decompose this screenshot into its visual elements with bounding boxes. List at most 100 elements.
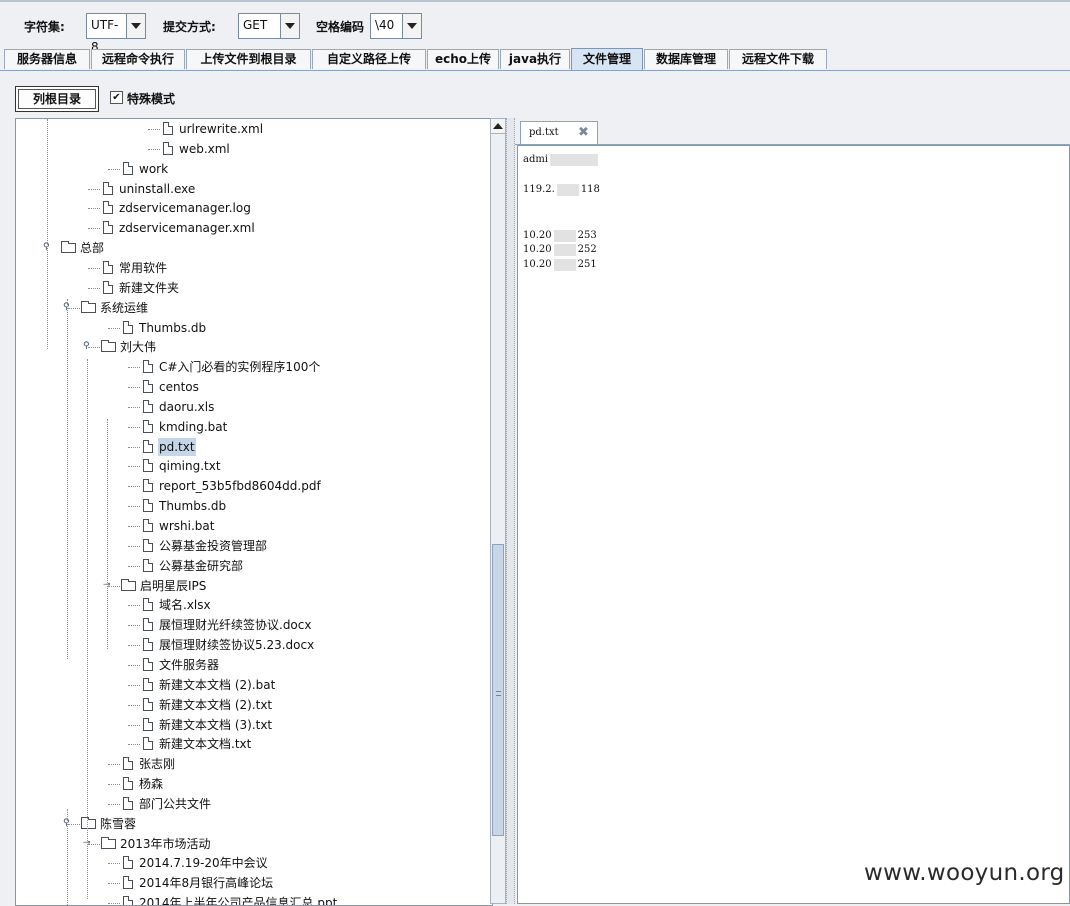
space-encoding-select[interactable]: \40 xyxy=(370,13,422,39)
file-icon xyxy=(143,618,153,632)
method-select[interactable]: GET xyxy=(238,13,300,39)
file-icon xyxy=(123,320,133,334)
tree-node-label: urlrewrite.xml xyxy=(179,122,264,136)
tab-echo-upload[interactable]: echo上传 xyxy=(427,49,499,69)
editor-text: 10.20 xyxy=(523,259,552,270)
file-icon xyxy=(123,896,133,905)
file-icon xyxy=(123,757,133,771)
file-icon xyxy=(143,737,153,751)
split-pane-divider[interactable] xyxy=(506,118,515,904)
scroll-up-icon[interactable] xyxy=(491,119,505,134)
special-mode-checkbox[interactable]: ✔ xyxy=(110,91,123,104)
tree-connector xyxy=(108,784,120,786)
tree-guide-line xyxy=(67,809,68,905)
file-icon xyxy=(143,638,153,652)
list-root-button[interactable]: 列根目录 xyxy=(15,86,99,112)
expand-handle-icon[interactable]: ⚲ xyxy=(83,342,92,351)
chevron-down-icon[interactable] xyxy=(402,14,421,38)
tree-node-label: Thumbs.db xyxy=(139,320,207,335)
file-icon xyxy=(103,201,113,215)
editor-tab-label: pd.txt xyxy=(529,127,559,138)
folder-icon xyxy=(121,578,136,591)
file-icon xyxy=(143,657,153,671)
tree-connector xyxy=(128,367,140,369)
charset-value: UTF-8 xyxy=(91,18,119,54)
editor-text: admi xyxy=(523,154,549,165)
chevron-down-icon[interactable] xyxy=(280,14,299,38)
editor-text: 10.20 xyxy=(523,244,552,255)
tree-node-label: 部门公共文件 xyxy=(139,796,212,811)
tree-node-label: 新建文件夹 xyxy=(119,280,180,295)
close-icon[interactable]: ✖ xyxy=(578,126,590,139)
tab-remote-command[interactable]: 远程命令执行 xyxy=(91,49,185,69)
file-icon xyxy=(103,280,113,294)
tree-connector xyxy=(88,208,100,210)
grip-icon xyxy=(496,691,501,696)
file-tree[interactable]: urlrewrite.xml web.xml work uninstall.exe zd… xyxy=(15,118,493,906)
tab-custom-path-upload[interactable]: 自定义路径上传 xyxy=(312,49,426,69)
tree-node-label: C#入门必看的实例程序100个 xyxy=(159,360,321,375)
chevron-down-icon[interactable] xyxy=(126,14,145,38)
tree-connector xyxy=(148,148,160,150)
file-icon xyxy=(143,360,153,374)
tree-connector xyxy=(108,803,120,805)
text-editor[interactable]: admi 119.2. 118 10.20 253 10.20 252 10.20 251 xyxy=(517,145,1070,904)
tree-connector xyxy=(128,387,140,389)
tree-node-label: 新建文本文档 (2).bat xyxy=(159,677,276,692)
tab-upload-to-root[interactable]: 上传文件到根目录 xyxy=(186,49,311,69)
tree-connector xyxy=(128,744,140,746)
tab-java-exec[interactable]: java执行 xyxy=(500,49,570,69)
editor-text: 119.2. xyxy=(523,184,555,195)
tree-node-label: 陈雪蓉 xyxy=(100,816,137,831)
tree-connector xyxy=(128,645,140,647)
method-value: GET xyxy=(243,18,268,32)
tab-database-manager[interactable]: 数据库管理 xyxy=(644,49,728,69)
editor-tab-pd-txt[interactable]: pd.txt ✖ xyxy=(520,121,598,144)
tree-connector xyxy=(88,287,100,289)
editor-line: 10.20 252 xyxy=(523,243,597,256)
tree-connector xyxy=(128,664,140,666)
space-encoding-value: \40 xyxy=(375,18,395,32)
tree-node-label: wrshi.bat xyxy=(159,519,215,533)
scrollbar-thumb[interactable] xyxy=(492,544,504,836)
file-icon xyxy=(123,856,133,870)
tree-node-label: 杨森 xyxy=(139,777,164,792)
folder-icon xyxy=(81,816,96,829)
editor-line: 10.20 253 xyxy=(523,229,597,242)
tree-node-label: 刘大伟 xyxy=(120,340,157,355)
charset-select[interactable]: UTF-8 xyxy=(86,13,146,54)
tree-connector xyxy=(88,267,100,269)
tree-connector xyxy=(128,466,140,468)
tree-node-label: 常用软件 xyxy=(119,260,168,275)
tree-connector xyxy=(108,327,120,329)
file-icon xyxy=(123,876,133,890)
editor-text: 251 xyxy=(577,259,597,270)
file-icon xyxy=(143,380,153,394)
tree-guide-line xyxy=(87,359,88,899)
file-icon xyxy=(103,181,113,195)
folder-icon xyxy=(101,836,116,849)
file-icon xyxy=(123,161,133,175)
tab-remote-download[interactable]: 远程文件下载 xyxy=(729,49,827,69)
tree-guide-line xyxy=(67,299,68,659)
file-icon xyxy=(163,122,173,135)
tree-scrollbar[interactable] xyxy=(490,118,506,904)
redacted-mask xyxy=(553,258,576,271)
tree-node-label: 新建文本文档 (3).txt xyxy=(159,717,273,732)
file-icon xyxy=(123,796,133,810)
tree-node-label: 文件服务器 xyxy=(159,657,220,672)
tab-file-manager[interactable]: 文件管理 xyxy=(571,48,643,70)
redacted-mask xyxy=(553,243,576,256)
tree-guide-line xyxy=(107,419,108,649)
tree-connector xyxy=(128,545,140,547)
tree-node-label: work xyxy=(139,161,169,176)
tree-connector xyxy=(128,506,140,508)
editor-line: admi xyxy=(523,153,600,166)
file-icon xyxy=(143,399,153,413)
tree-connector xyxy=(128,565,140,567)
file-icon xyxy=(123,777,133,791)
tree-connector xyxy=(108,863,120,865)
tree-node-label: 新建文本文档 (2).txt xyxy=(159,697,273,712)
tree-node-label: 新建文本文档.txt xyxy=(159,737,252,752)
tab-server-info[interactable]: 服务器信息 xyxy=(4,49,90,69)
